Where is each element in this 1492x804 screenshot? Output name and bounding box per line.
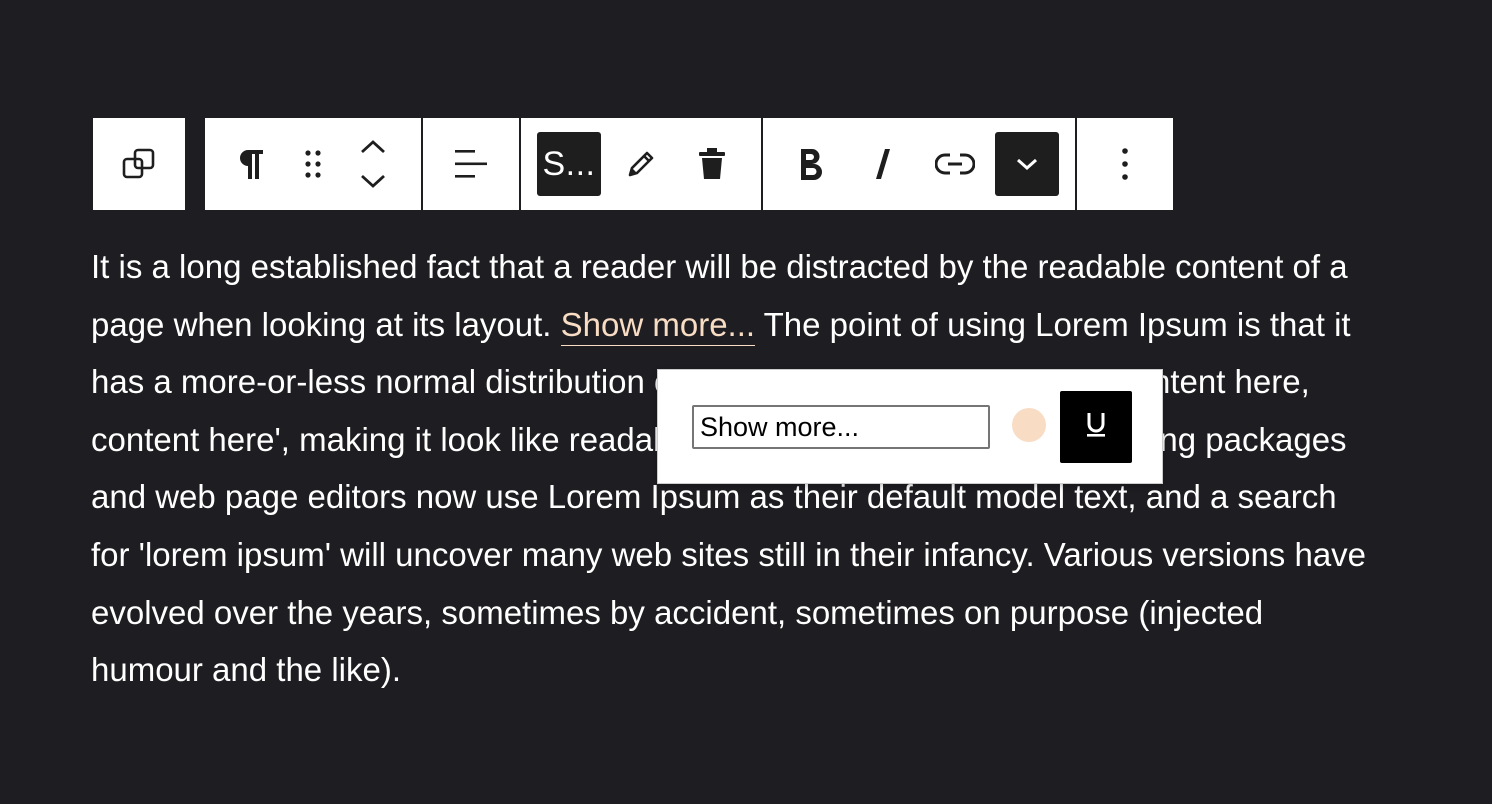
underline-button[interactable] <box>1060 391 1132 463</box>
color-swatch[interactable] <box>1012 408 1046 442</box>
paragraph-block-button[interactable] <box>219 132 283 196</box>
italic-icon <box>871 146 895 182</box>
more-formats-button[interactable] <box>995 132 1059 196</box>
underline-icon <box>1084 410 1108 445</box>
edit-button[interactable] <box>609 132 673 196</box>
block-controls-group <box>205 118 421 210</box>
link-icon <box>935 150 975 178</box>
duplicate-squares-icon <box>121 146 157 182</box>
italic-button[interactable] <box>851 132 915 196</box>
block-style-label: S... <box>542 144 596 183</box>
chevron-down-icon <box>1015 156 1039 172</box>
formatting-group <box>763 118 1075 210</box>
link-text-input[interactable] <box>692 405 990 449</box>
link-button[interactable] <box>923 132 987 196</box>
align-text-button[interactable] <box>439 132 503 196</box>
transform-block-button[interactable] <box>107 132 171 196</box>
delete-button[interactable] <box>680 132 744 196</box>
vertical-ellipsis-icon <box>1121 147 1129 181</box>
style-actions-group: S... <box>521 118 761 210</box>
paragraph-text-after-link: The point of using Lorem Ipsum is that i… <box>91 305 1367 689</box>
drag-handle-icon <box>303 148 323 180</box>
options-button[interactable] <box>1093 132 1157 196</box>
drag-handle-button[interactable] <box>281 132 345 196</box>
bold-button[interactable] <box>779 132 843 196</box>
move-block-controls[interactable] <box>341 132 405 196</box>
align-left-icon <box>453 147 489 181</box>
pilcrow-icon <box>236 146 266 182</box>
align-group <box>423 118 519 210</box>
bold-icon <box>796 146 826 182</box>
options-group <box>1077 118 1173 210</box>
move-up-down-icon <box>359 139 387 189</box>
block-style-button[interactable]: S... <box>537 132 601 196</box>
block-transform-group <box>93 118 185 210</box>
link-format-popover <box>657 369 1163 484</box>
trash-icon <box>697 146 727 182</box>
pencil-icon <box>624 147 658 181</box>
show-more-link[interactable]: Show more... <box>560 305 756 346</box>
